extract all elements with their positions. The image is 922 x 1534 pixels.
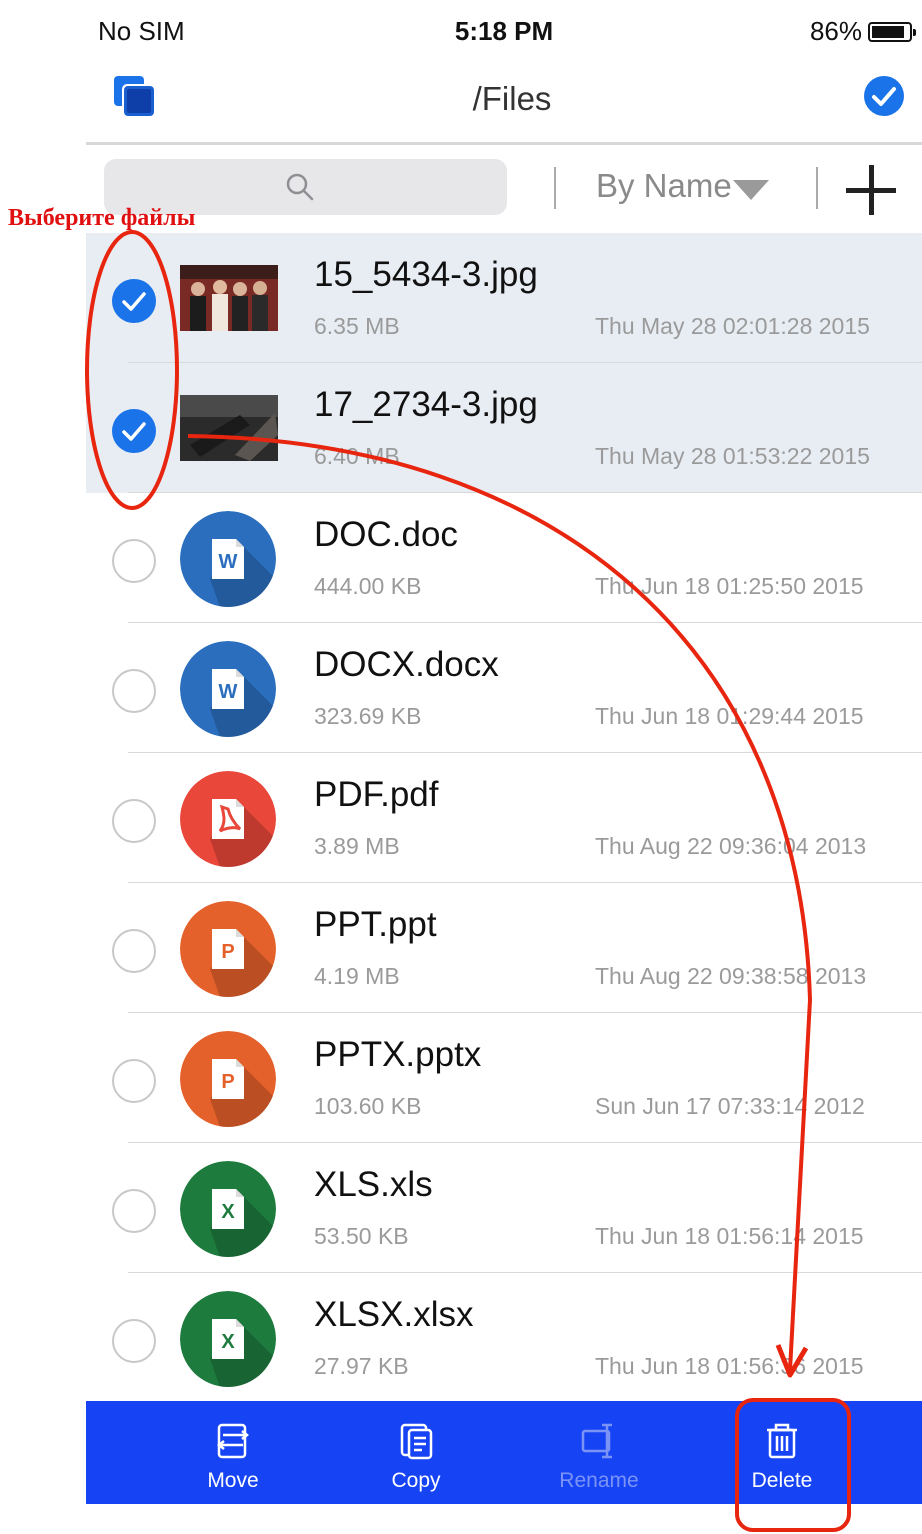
- file-date: Thu Aug 22 09:38:58 2013: [595, 963, 867, 989]
- word-doc-icon: W: [180, 641, 276, 737]
- file-name: XLS.xls: [314, 1165, 433, 1204]
- file-date: Thu Jun 18 01:29:44 2015: [595, 703, 864, 729]
- file-row[interactable]: PDF.pdf 3.89 MB Thu Aug 22 09:36:04 2013: [86, 753, 922, 883]
- plus-icon[interactable]: [846, 165, 896, 215]
- file-row[interactable]: X XLS.xls 53.50 KB Thu Jun 18 01:56:14 2015: [86, 1143, 922, 1273]
- checkbox-unchecked-icon[interactable]: [112, 929, 156, 973]
- sort-dropdown-icon[interactable]: [733, 180, 769, 200]
- file-row[interactable]: W DOC.doc 444.00 KB Thu Jun 18 01:25:50 201…: [86, 493, 922, 623]
- copy-button[interactable]: Copy: [356, 1401, 476, 1504]
- rename-icon: [581, 1423, 612, 1459]
- file-size: 3.89 MB: [314, 833, 400, 859]
- file-date: Thu May 28 01:53:22 2015: [595, 443, 870, 469]
- file-size: 6.40 MB: [314, 443, 400, 469]
- checkbox-unchecked-icon[interactable]: [112, 799, 156, 843]
- rename-label: Rename: [559, 1469, 639, 1492]
- file-date: Thu May 28 02:01:28 2015: [595, 313, 870, 339]
- image-thumbnail: [180, 395, 278, 461]
- search-sort-row: By Name: [86, 145, 922, 230]
- file-row[interactable]: 15_5434-3.jpg 6.35 MB Thu May 28 02:01:28 …: [86, 233, 922, 363]
- file-size: 4.19 MB: [314, 963, 400, 989]
- battery-percent: 86%: [809, 16, 862, 46]
- file-row[interactable]: X XLSX.xlsx 27.97 KB Thu Jun 18 01:56:36 20…: [86, 1273, 922, 1403]
- file-name: PPTX.pptx: [314, 1035, 482, 1074]
- svg-text:W: W: [219, 551, 238, 573]
- excel-icon: X: [180, 1161, 276, 1257]
- sort-button[interactable]: By Name: [596, 167, 732, 205]
- checkbox-unchecked-icon[interactable]: [112, 669, 156, 713]
- file-date: Thu Jun 18 01:56:36 2015: [595, 1353, 864, 1379]
- file-row[interactable]: W DOCX.docx 323.69 KB Thu Jun 18 01:29:44 2…: [86, 623, 922, 753]
- delete-button[interactable]: Delete: [722, 1401, 842, 1504]
- action-toolbar: Move Copy Rename Delete: [86, 1401, 922, 1504]
- file-size: 103.60 KB: [314, 1093, 422, 1119]
- svg-text:X: X: [221, 1201, 235, 1223]
- svg-text:X: X: [221, 1331, 235, 1353]
- file-size: 27.97 KB: [314, 1353, 409, 1379]
- file-list: 15_5434-3.jpg 6.35 MB Thu May 28 02:01:28 …: [86, 233, 922, 1403]
- image-thumbnail: [180, 265, 278, 331]
- page-title: /Files: [472, 80, 552, 117]
- nav-bar: /Files: [86, 60, 922, 145]
- file-date: Sun Jun 17 07:33:14 2012: [595, 1093, 865, 1119]
- excel-icon: X: [180, 1291, 276, 1387]
- move-icon: [216, 1423, 250, 1459]
- file-date: Thu Jun 18 01:25:50 2015: [595, 573, 864, 599]
- checkbox-unchecked-icon[interactable]: [112, 1189, 156, 1233]
- checkbox-unchecked-icon[interactable]: [112, 1319, 156, 1363]
- battery-indicator: 86%: [809, 16, 916, 47]
- move-button[interactable]: Move: [173, 1401, 293, 1504]
- status-bar: No SIM 5:18 PM 86%: [86, 0, 922, 60]
- file-date: Thu Jun 18 01:56:14 2015: [595, 1223, 864, 1249]
- file-size: 444.00 KB: [314, 573, 422, 599]
- file-name: XLSX.xlsx: [314, 1295, 474, 1334]
- battery-icon: [868, 21, 916, 42]
- file-name: PDF.pdf: [314, 775, 439, 814]
- file-row[interactable]: 17_2734-3.jpg 6.40 MB Thu May 28 01:53:22 …: [86, 363, 922, 493]
- file-size: 53.50 KB: [314, 1223, 409, 1249]
- search-icon: [286, 173, 314, 201]
- rename-button[interactable]: Rename: [539, 1401, 659, 1504]
- powerpoint-icon: P: [180, 901, 276, 997]
- svg-text:W: W: [219, 681, 238, 703]
- svg-text:P: P: [221, 1071, 234, 1093]
- file-date: Thu Aug 22 09:36:04 2013: [595, 833, 867, 859]
- file-name: 15_5434-3.jpg: [314, 255, 538, 294]
- copy-icon: [400, 1423, 433, 1460]
- file-name: DOC.doc: [314, 515, 458, 554]
- select-all-check-icon[interactable]: [864, 76, 904, 116]
- file-row[interactable]: P PPT.ppt 4.19 MB Thu Aug 22 09:38:58 2013: [86, 883, 922, 1013]
- checkbox-unchecked-icon[interactable]: [112, 539, 156, 583]
- checkbox-checked-icon[interactable]: [112, 409, 156, 453]
- checkbox-checked-icon[interactable]: [112, 279, 156, 323]
- checkbox-unchecked-icon[interactable]: [112, 1059, 156, 1103]
- clock-label: 5:18 PM: [454, 16, 554, 46]
- file-size: 323.69 KB: [314, 703, 422, 729]
- move-label: Move: [207, 1469, 259, 1492]
- divider: [816, 167, 818, 209]
- trash-icon: [767, 1423, 797, 1459]
- delete-label: Delete: [751, 1469, 813, 1492]
- file-name: PPT.ppt: [314, 905, 437, 944]
- svg-text:P: P: [221, 941, 234, 963]
- pdf-icon: [180, 771, 276, 867]
- powerpoint-icon: P: [180, 1031, 276, 1127]
- file-row[interactable]: P PPTX.pptx 103.60 KB Sun Jun 17 07:33:14 2…: [86, 1013, 922, 1143]
- divider: [554, 167, 556, 209]
- file-size: 6.35 MB: [314, 313, 400, 339]
- copy-label: Copy: [391, 1469, 441, 1492]
- word-doc-icon: W: [180, 511, 276, 607]
- file-name: 17_2734-3.jpg: [314, 385, 538, 424]
- annotation-label: Выберите файлы: [8, 205, 196, 231]
- file-name: DOCX.docx: [314, 645, 499, 684]
